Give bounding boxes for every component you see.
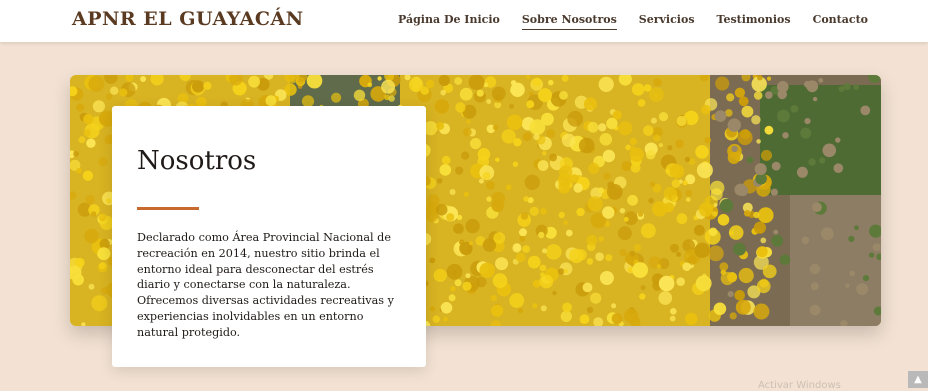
site-brand[interactable]: APNR EL GUAYACÁN (72, 8, 304, 30)
nav-link-contacto[interactable]: Contacto (813, 13, 868, 30)
site-header: APNR EL GUAYACÁN Página De Inicio Sobre … (0, 0, 928, 42)
main-nav: Página De Inicio Sobre Nosotros Servicio… (398, 13, 868, 30)
title-divider (137, 207, 199, 210)
scroll-top-button[interactable]: ▲ (908, 371, 928, 388)
about-description: Declarado como Área Provincial Nacional … (137, 231, 394, 339)
about-card: Nosotros Declarado como Área Provincial … (112, 106, 426, 367)
windows-watermark: Activar Windows (758, 380, 841, 391)
nav-link-sobre-nosotros[interactable]: Sobre Nosotros (521, 13, 617, 30)
about-title: Nosotros (137, 146, 257, 176)
nav-link-testimonios[interactable]: Testimonios (717, 13, 791, 30)
nav-link-servicios[interactable]: Servicios (639, 13, 695, 30)
nav-link-inicio[interactable]: Página De Inicio (398, 13, 500, 30)
chevron-up-icon: ▲ (914, 374, 922, 385)
